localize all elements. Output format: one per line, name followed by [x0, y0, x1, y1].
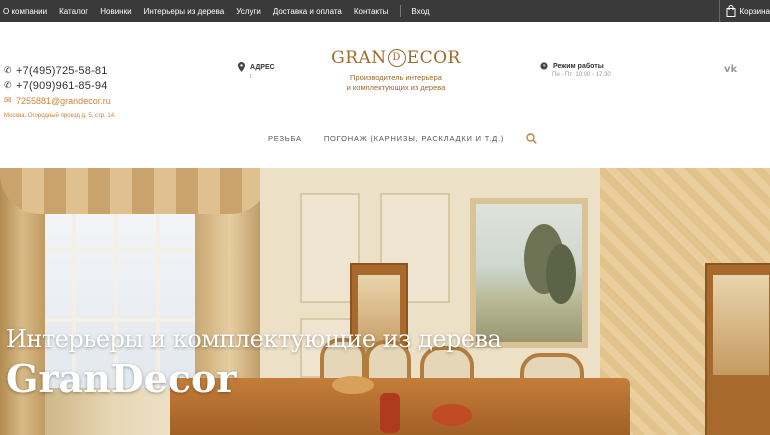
top-nav: О компании Каталог Новинки Интерьеры из … [3, 0, 442, 22]
nav-interiors[interactable]: Интерьеры из дерева [144, 7, 225, 16]
envelope-icon: ✉ [4, 95, 12, 105]
phone-1[interactable]: ✆ +7(495)725-58-81 [4, 63, 108, 78]
email-text: 7255881@grandecor.ru [16, 95, 111, 106]
nav-about[interactable]: О компании [3, 7, 47, 16]
nav-delivery[interactable]: Доставка и оплата [273, 7, 342, 16]
fruit-bowl [432, 404, 472, 426]
shopping-bag-icon [726, 5, 736, 17]
china-cabinet-right [705, 263, 770, 435]
logo-wordmark: GRAN D ECOR [326, 48, 466, 68]
street-address: Москва, Огородный проезд д. 5, стр. 14. [4, 113, 116, 119]
nav-divider [400, 5, 402, 17]
hero-brand: GranDecor [6, 356, 237, 401]
map-pin-icon [238, 62, 245, 72]
cabinet-glass [713, 275, 769, 375]
phone-icon: ✆ [4, 65, 12, 75]
search-icon[interactable] [526, 133, 538, 144]
logo[interactable]: GRAN D ECOR Производитель интерьера и ко… [326, 48, 466, 93]
hours-title: Режим работы [540, 62, 611, 70]
address-sub: г. [250, 74, 254, 80]
window-mullion [30, 248, 200, 252]
hero-heading: Интерьеры и комплектующие из дерева [6, 325, 502, 353]
cart-divider [718, 0, 720, 22]
logo-monogram: D [387, 49, 406, 67]
nav-contacts[interactable]: Контакты [354, 7, 389, 16]
cart-label: Корзина [739, 6, 770, 16]
main-menu: РЕЗЬБА ПОГОНАЖ (КАРНИЗЫ, РАСКЛАДКИ И Т.Д… [268, 133, 538, 144]
curtain-valance [0, 168, 270, 214]
painting-tree [546, 244, 576, 304]
vk-icon[interactable]: vk [724, 64, 737, 75]
address-title-text: АДРЕС [250, 63, 275, 71]
hours-title-text: Режим работы [553, 62, 604, 70]
top-bar: О компании Каталог Новинки Интерьеры из … [0, 0, 770, 22]
logo-tagline-2: и комплектующих из дерева [346, 83, 446, 92]
login-link[interactable]: Вход [411, 7, 429, 16]
phone-icon: ✆ [4, 80, 12, 90]
tea-jar [380, 393, 400, 433]
logo-tagline-1: Производитель интерьера [350, 73, 442, 82]
nav-services[interactable]: Услуги [236, 7, 261, 16]
hours-schedule: Пн - Пт: 10:00 - 17:30 [552, 72, 611, 78]
logo-part2: ECOR [406, 48, 461, 68]
menu-moldings[interactable]: ПОГОНАЖ (КАРНИЗЫ, РАСКЛАДКИ И Т.Д.) [324, 134, 504, 143]
fruit-bowl [332, 376, 374, 394]
logo-tagline: Производитель интерьера и комплектующих … [326, 73, 466, 93]
address-block: АДРЕС г. [238, 62, 275, 80]
logo-part1: GRAN [331, 48, 387, 68]
phone-2-number: +7(909)961-85-94 [16, 79, 108, 92]
cart-button[interactable]: Корзина [718, 0, 770, 22]
dining-table [170, 378, 630, 435]
email-link[interactable]: ✉ 7255881@grandecor.ru [4, 95, 111, 106]
phone-1-number: +7(495)725-58-81 [16, 64, 108, 77]
menu-carving[interactable]: РЕЗЬБА [268, 134, 302, 143]
window-mullion [30, 318, 200, 322]
address-title: АДРЕС [238, 62, 275, 72]
nav-new[interactable]: Новинки [100, 7, 131, 16]
working-hours: Режим работы Пн - Пт: 10:00 - 17:30 [540, 62, 611, 78]
phone-list: ✆ +7(495)725-58-81 ✆ +7(909)961-85-94 [4, 63, 108, 93]
clock-icon [540, 62, 548, 70]
phone-2[interactable]: ✆ +7(909)961-85-94 [4, 78, 108, 93]
nav-catalog[interactable]: Каталог [59, 7, 88, 16]
